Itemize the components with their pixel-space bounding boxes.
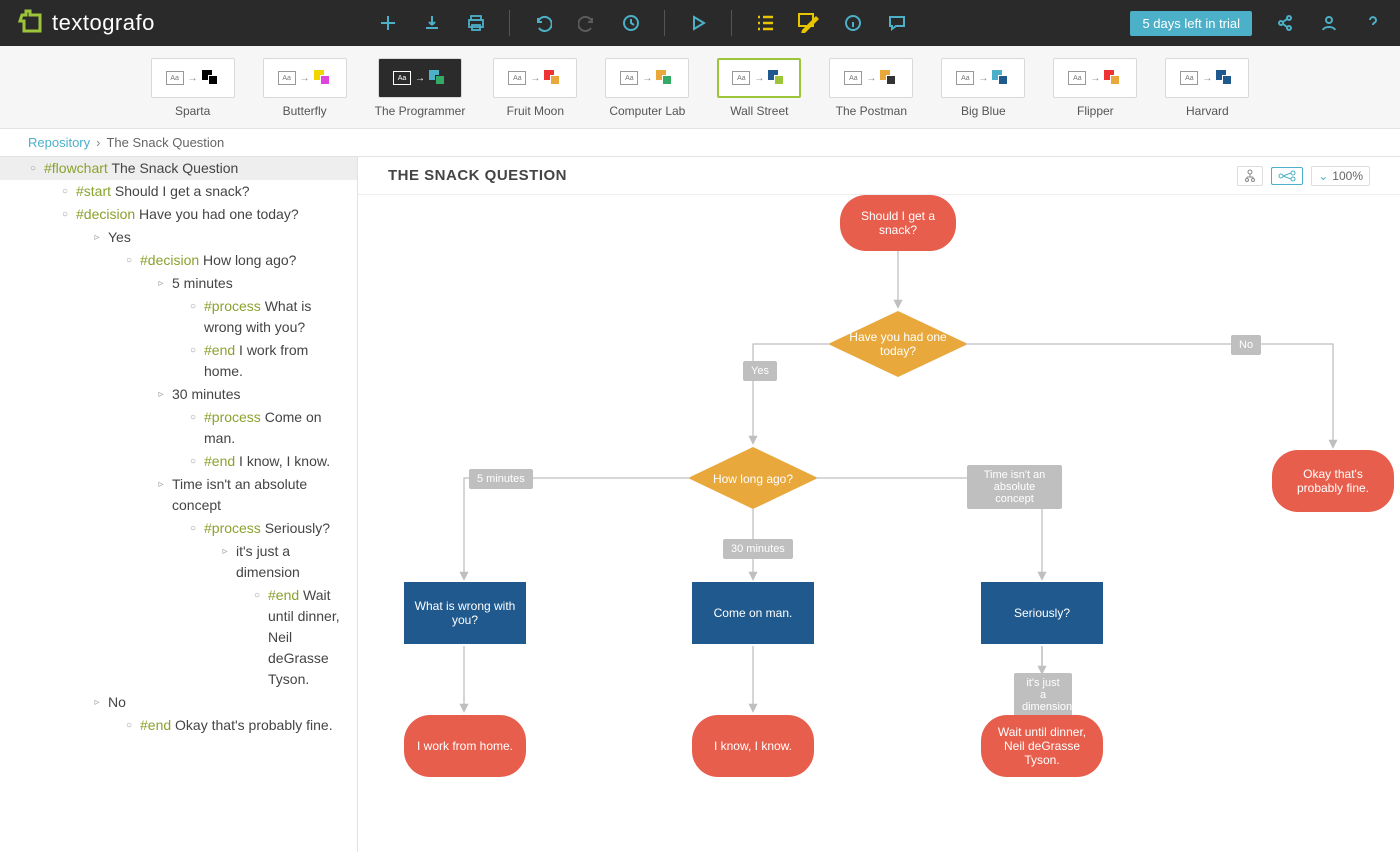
start-node[interactable]: Should I get a snack? — [840, 195, 956, 251]
tree-view-toggle[interactable] — [1237, 166, 1263, 186]
theme-programmer[interactable]: Aa → The Programmer — [375, 58, 466, 128]
edge-label-dim: it's just a dimension — [1014, 673, 1072, 717]
comment-icon[interactable] — [886, 12, 908, 34]
tree-line[interactable]: ○#process What is wrong with you? — [0, 295, 357, 339]
theme-harvard[interactable]: Aa → Harvard — [1165, 58, 1249, 128]
svg-text:today?: today? — [880, 344, 916, 358]
logo-icon — [16, 9, 44, 37]
canvas-header: THE SNACK QUESTION ⌄100% — [358, 157, 1400, 195]
outline-tree[interactable]: ○#flowchart The Snack Question○#start Sh… — [0, 157, 358, 852]
tree-line[interactable]: ○#end I know, I know. — [0, 450, 357, 473]
tree-line[interactable]: ▹No — [0, 691, 357, 714]
theme-fruitmoon[interactable]: Aa → Fruit Moon — [493, 58, 577, 128]
zoom-select[interactable]: ⌄100% — [1311, 166, 1370, 186]
tree-line[interactable]: ○#end I work from home. — [0, 339, 357, 383]
theme-computerlab[interactable]: Aa → Computer Lab — [605, 58, 689, 128]
chevron-right-icon: › — [96, 135, 100, 150]
play-icon[interactable] — [687, 12, 709, 34]
theme-wallstreet[interactable]: Aa → Wall Street — [717, 58, 801, 128]
tree-line[interactable]: ○#decision How long ago? — [0, 249, 357, 272]
graph-view-toggle[interactable] — [1271, 167, 1303, 185]
tree-line[interactable]: ○#decision Have you had one today? — [0, 203, 357, 226]
share-icon[interactable] — [1274, 12, 1296, 34]
print-icon[interactable] — [465, 12, 487, 34]
theme-picker: Aa → Sparta Aa → Butterfly Aa → The Prog… — [0, 46, 1400, 129]
info-icon[interactable] — [842, 12, 864, 34]
tree-line[interactable]: ○#end Okay that's probably fine. — [0, 714, 357, 737]
diagram-canvas[interactable]: THE SNACK QUESTION ⌄100% Have you had on… — [358, 157, 1400, 852]
top-toolbar: textografo 5 days left in trial — [0, 0, 1400, 46]
edge-label-5min: 5 minutes — [469, 469, 533, 489]
trial-badge[interactable]: 5 days left in trial — [1130, 11, 1252, 36]
theme-sparta[interactable]: Aa → Sparta — [151, 58, 235, 128]
edge-label-time: Time isn't an absolute concept — [967, 465, 1062, 509]
theme-postman[interactable]: Aa → The Postman — [829, 58, 913, 128]
redo-icon[interactable] — [576, 12, 598, 34]
undo-icon[interactable] — [532, 12, 554, 34]
end-node[interactable]: Wait until dinner, Neil deGrasse Tyson. — [981, 715, 1103, 777]
process-node[interactable]: Seriously? — [981, 582, 1103, 644]
outline-icon[interactable] — [754, 12, 776, 34]
tree-root[interactable]: ○#flowchart The Snack Question — [0, 157, 357, 180]
theme-bigblue[interactable]: Aa → Big Blue — [941, 58, 1025, 128]
highlight-icon[interactable] — [798, 12, 820, 34]
svg-text:How long ago?: How long ago? — [713, 472, 793, 486]
app-logo[interactable]: textografo — [16, 9, 155, 37]
history-icon[interactable] — [620, 12, 642, 34]
download-icon[interactable] — [421, 12, 443, 34]
user-icon[interactable] — [1318, 12, 1340, 34]
breadcrumb-root[interactable]: Repository — [28, 135, 90, 150]
edge-label-30min: 30 minutes — [723, 539, 793, 559]
diagram-title: THE SNACK QUESTION — [388, 167, 567, 184]
end-node[interactable]: I know, I know. — [692, 715, 814, 777]
process-node[interactable]: What is wrong with you? — [404, 582, 526, 644]
tree-line[interactable]: ○#process Seriously? — [0, 517, 357, 540]
theme-flipper[interactable]: Aa → Flipper — [1053, 58, 1137, 128]
edge-label-no: No — [1231, 335, 1261, 355]
theme-butterfly[interactable]: Aa → Butterfly — [263, 58, 347, 128]
tree-line[interactable]: ▹30 minutes — [0, 383, 357, 406]
tree-line[interactable]: ○#process Come on man. — [0, 406, 357, 450]
help-icon[interactable] — [1362, 12, 1384, 34]
tree-line[interactable]: ○#start Should I get a snack? — [0, 180, 357, 203]
add-icon[interactable] — [377, 12, 399, 34]
end-node[interactable]: Okay that's probably fine. — [1272, 450, 1394, 512]
tree-line[interactable]: ▹5 minutes — [0, 272, 357, 295]
tree-line[interactable]: ▹Yes — [0, 226, 357, 249]
tree-line[interactable]: ▹it's just a dimension — [0, 540, 357, 584]
process-node[interactable]: Come on man. — [692, 582, 814, 644]
app-name: textografo — [52, 10, 155, 36]
end-node[interactable]: I work from home. — [404, 715, 526, 777]
breadcrumb: Repository › The Snack Question — [0, 129, 1400, 157]
flowchart: Have you had one today? How long ago? Sh… — [358, 195, 1400, 852]
tree-line[interactable]: ○#end Wait until dinner, Neil deGrasse T… — [0, 584, 357, 691]
breadcrumb-current: The Snack Question — [106, 135, 224, 150]
svg-text:Have you had one: Have you had one — [849, 330, 947, 344]
edge-label-yes: Yes — [743, 361, 777, 381]
tree-line[interactable]: ▹Time isn't an absolute concept — [0, 473, 357, 517]
